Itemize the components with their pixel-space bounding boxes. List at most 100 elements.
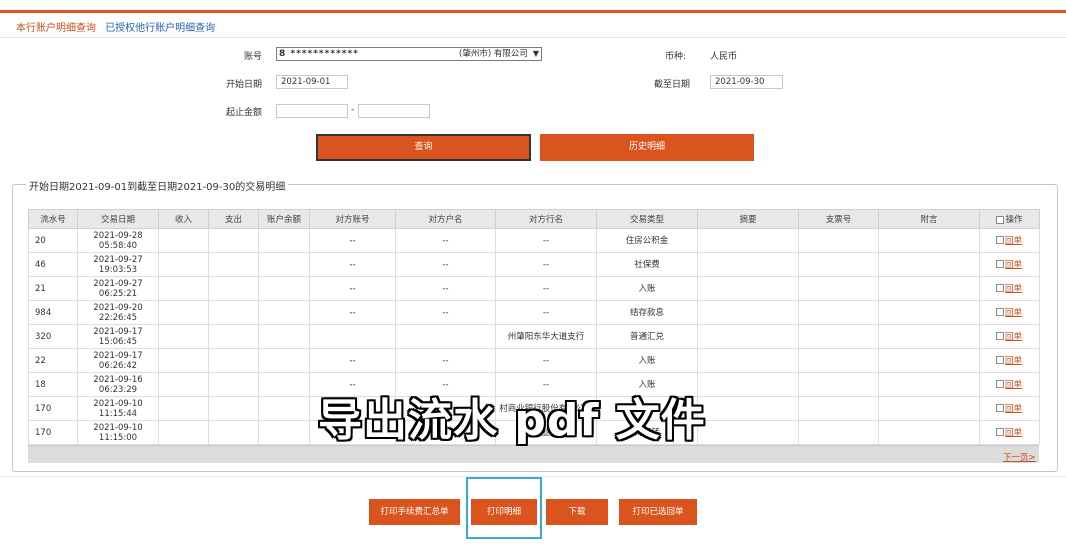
receipt-link[interactable]: 回单 — [1005, 356, 1022, 366]
col-counter-account: 对方账号 — [309, 209, 396, 229]
cell-date: 2021-09-20 22:26:45 — [77, 300, 159, 325]
account-select[interactable]: 8 ************ (肇州市) 有限公司 ▼ — [276, 47, 542, 61]
cell-date-time: 05:58:40 — [98, 240, 138, 251]
row-checkbox[interactable] — [996, 428, 1004, 436]
cell-counter-name: -- — [395, 300, 496, 325]
receipt-link[interactable]: 回单 — [1005, 332, 1022, 342]
cell-check-no — [798, 276, 879, 301]
receipt-link[interactable]: 回单 — [1005, 284, 1022, 294]
cell-summary — [697, 372, 799, 397]
cell-date-time: 11:15:44 — [98, 408, 138, 419]
top-accent-line — [0, 10, 1066, 13]
row-checkbox[interactable] — [996, 356, 1004, 364]
row-checkbox[interactable] — [996, 332, 1004, 340]
cell-summary — [697, 348, 799, 373]
cell-summary — [697, 420, 799, 445]
cell-balance — [258, 396, 310, 421]
results-title: 开始日期2021-09-01到截至日期2021-09-30的交易明细 — [26, 178, 289, 193]
cell-balance — [258, 324, 310, 349]
row-checkbox[interactable] — [996, 380, 1004, 388]
start-date-input[interactable]: 2021-09-01 — [276, 75, 348, 89]
end-date-label: 截至日期 — [653, 80, 690, 90]
cell-check-no — [798, 420, 879, 445]
cell-action: 回单 — [979, 396, 1040, 421]
cell-check-no — [798, 228, 879, 253]
cell-summary — [697, 396, 799, 421]
receipt-link[interactable]: 回单 — [1005, 308, 1022, 318]
cell-check-no — [798, 300, 879, 325]
amount-separator: - — [351, 105, 355, 115]
end-date-input[interactable]: 2021-09-30 — [710, 75, 783, 89]
row-checkbox[interactable] — [996, 236, 1004, 244]
query-button[interactable]: 查询 — [316, 134, 531, 161]
cell-action: 回单 — [979, 420, 1040, 445]
cell-date: 2021-09-17 06:26:42 — [77, 348, 159, 373]
cell-income — [158, 420, 209, 445]
min-amount-input[interactable] — [276, 104, 348, 118]
cell-counter-account: -- — [309, 276, 396, 301]
cell-date-day: 2021-09-27 — [93, 278, 143, 289]
tab-bar: 本行账户明细查询 已授权他行账户明细查询 — [16, 19, 221, 34]
cell-counter-name: -- — [395, 348, 496, 373]
row-checkbox[interactable] — [996, 308, 1004, 316]
receipt-link[interactable]: 回单 — [1005, 404, 1022, 414]
history-button[interactable]: 历史明细 — [540, 134, 754, 161]
cell-date-time: 15:06:45 — [98, 336, 138, 347]
cell-action: 回单 — [979, 348, 1040, 373]
cell-date: 2021-09-16 06:23:29 — [77, 372, 159, 397]
cell-counter-account: -- — [309, 252, 396, 277]
receipt-link[interactable]: 回单 — [1005, 260, 1022, 270]
amount-range-label: 起止金额 — [225, 108, 262, 118]
cell-check-no — [798, 372, 879, 397]
cell-income — [158, 252, 209, 277]
cell-counter-account: -- — [309, 228, 396, 253]
download-button[interactable]: 下载 — [546, 499, 608, 525]
chevron-down-icon: ▼ — [532, 49, 539, 58]
cell-date-time: 06:25:21 — [98, 288, 138, 299]
receipt-link[interactable]: 回单 — [1005, 380, 1022, 390]
receipt-link[interactable]: 回单 — [1005, 236, 1022, 246]
cell-summary — [697, 228, 799, 253]
tab-own-account[interactable]: 本行账户明细查询 — [16, 23, 96, 34]
cell-action: 回单 — [979, 300, 1040, 325]
cell-date-time: 22:26:45 — [98, 312, 138, 323]
tab-authorized-account[interactable]: 已授权他行账户明细查询 — [105, 23, 215, 34]
cell-check-no — [798, 324, 879, 349]
cell-date-day: 2021-09-28 — [93, 230, 143, 241]
cell-expense — [208, 324, 259, 349]
tab-divider — [0, 37, 1066, 38]
cell-type: 普通汇兑 — [596, 324, 698, 349]
row-checkbox[interactable] — [996, 260, 1004, 268]
cell-income — [158, 324, 209, 349]
cell-action: 回单 — [979, 372, 1040, 397]
cell-counter-bank: -- — [495, 348, 597, 373]
cell-note — [878, 228, 980, 253]
cell-date-day: 2021-09-17 — [93, 350, 143, 361]
cell-expense — [208, 348, 259, 373]
cell-balance — [258, 252, 310, 277]
row-checkbox[interactable] — [996, 284, 1004, 292]
highlight-box — [466, 477, 542, 539]
next-page-link[interactable]: 下一页> — [1003, 451, 1036, 463]
cell-serial: 320 — [28, 324, 78, 349]
cell-summary — [697, 252, 799, 277]
cell-date-time: 06:23:29 — [98, 384, 138, 395]
cell-date-day: 2021-09-10 — [93, 398, 143, 409]
cell-serial: 984 — [28, 300, 78, 325]
receipt-link[interactable]: 回单 — [1005, 428, 1022, 438]
print-fee-summary-button[interactable]: 打印手续费汇总单 — [369, 499, 460, 525]
cell-counter-account: -- — [309, 348, 396, 373]
print-selected-receipt-button[interactable]: 打印已选回单 — [619, 499, 697, 525]
cell-serial: 170 — [28, 396, 78, 421]
cell-expense — [208, 420, 259, 445]
cell-serial: 22 — [28, 348, 78, 373]
cell-type: 入账 — [596, 348, 698, 373]
row-checkbox[interactable] — [996, 404, 1004, 412]
cell-counter-bank: -- — [495, 252, 597, 277]
cell-income — [158, 228, 209, 253]
max-amount-input[interactable] — [358, 104, 430, 118]
select-all-checkbox[interactable] — [996, 215, 1005, 224]
cell-note — [878, 396, 980, 421]
table-row: 22 2021-09-17 06:26:42 -- -- -- 入账 回单 — [28, 348, 1040, 373]
cell-date-day: 2021-09-27 — [93, 254, 143, 265]
